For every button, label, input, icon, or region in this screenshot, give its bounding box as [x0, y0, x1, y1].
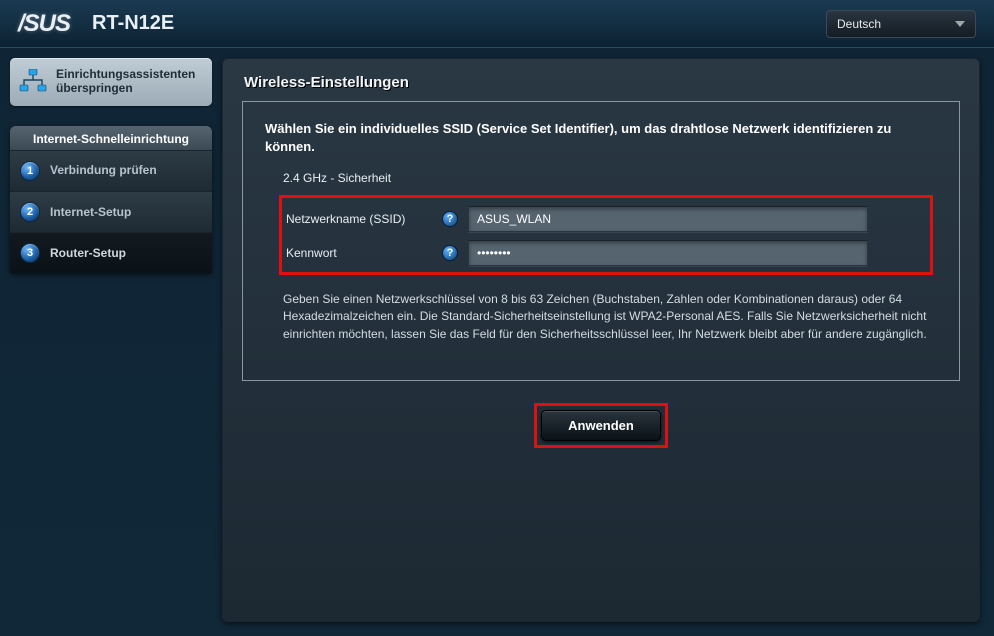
language-select[interactable]: Deutsch [826, 10, 976, 38]
step-label: Router-Setup [50, 246, 126, 260]
model-name: RT-N12E [92, 12, 174, 35]
panel-inner: Wählen Sie ein individuelles SSID (Servi… [242, 101, 960, 381]
brand-logo: /SUS [18, 10, 70, 38]
wizard-title: Internet-Schnelleinrichtung [10, 126, 212, 150]
app-window: /SUS RT-N12E Deutsch Einrichtungsassiste… [0, 0, 994, 636]
wizard-step-2[interactable]: 2 Internet-Setup [10, 191, 212, 232]
panel-title: Wireless-Einstellungen [222, 58, 980, 101]
highlight-apply: Anwenden [534, 403, 668, 448]
help-icon[interactable]: ? [442, 211, 458, 227]
highlight-inputs: Netzwerkname (SSID) ? Kennwort ? [279, 195, 933, 275]
wizard-step-1[interactable]: 1 Verbindung prüfen [10, 150, 212, 191]
chevron-down-icon [955, 21, 965, 27]
step-label: Verbindung prüfen [50, 164, 157, 178]
step-label: Internet-Setup [50, 205, 131, 219]
wizard-nav: Internet-Schnelleinrichtung 1 Verbindung… [10, 126, 212, 273]
password-input[interactable] [468, 240, 868, 266]
password-row: Kennwort ? [282, 240, 924, 266]
step-number-badge: 1 [20, 161, 40, 181]
network-icon [18, 69, 48, 95]
security-section-label: 2.4 GHz - Sicherheit [283, 171, 937, 185]
ssid-label: Netzwerkname (SSID) [282, 212, 442, 226]
main: Wireless-Einstellungen Wählen Sie ein in… [218, 48, 994, 636]
description-text: Geben Sie einen Netzwerkschlüssel von 8 … [265, 291, 937, 343]
settings-panel: Wireless-Einstellungen Wählen Sie ein in… [222, 58, 980, 622]
ssid-row: Netzwerkname (SSID) ? [282, 206, 924, 232]
language-label: Deutsch [837, 17, 881, 31]
wizard-step-3[interactable]: 3 Router-Setup [10, 232, 212, 273]
skip-wizard-button[interactable]: Einrichtungsassistenten überspringen [10, 58, 212, 106]
body: Einrichtungsassistenten überspringen Int… [0, 48, 994, 636]
intro-text: Wählen Sie ein individuelles SSID (Servi… [265, 120, 937, 155]
apply-button[interactable]: Anwenden [541, 410, 661, 441]
step-number-badge: 2 [20, 202, 40, 222]
password-label: Kennwort [282, 246, 442, 260]
help-icon[interactable]: ? [442, 245, 458, 261]
sidebar: Einrichtungsassistenten überspringen Int… [0, 48, 218, 636]
ssid-input[interactable] [468, 206, 868, 232]
skip-wizard-label: Einrichtungsassistenten überspringen [56, 68, 204, 96]
step-number-badge: 3 [20, 243, 40, 263]
topbar: /SUS RT-N12E Deutsch [0, 0, 994, 48]
